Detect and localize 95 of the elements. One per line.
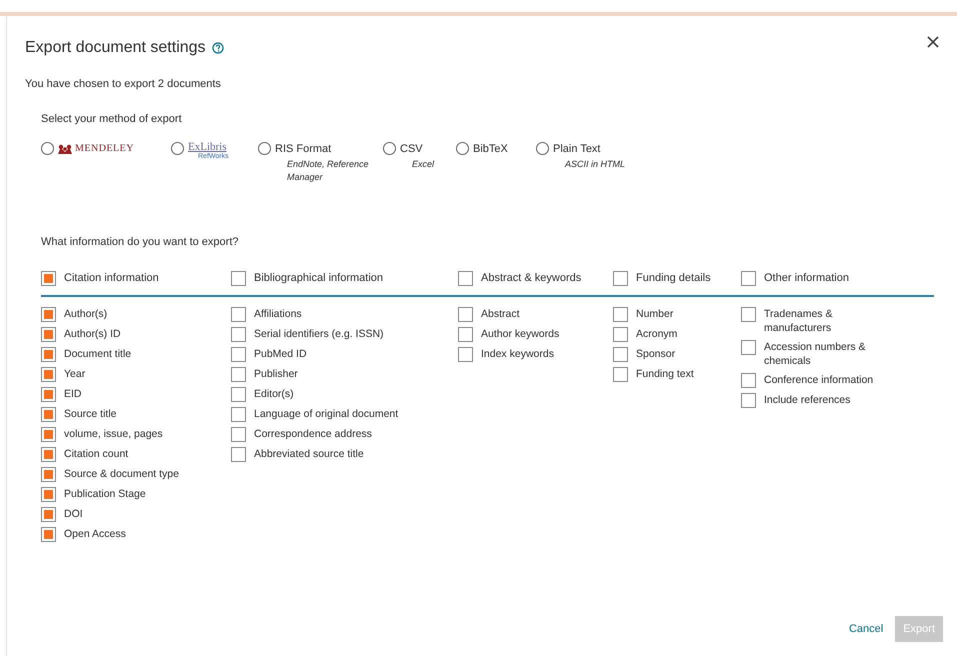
- exlibris-logo-text: ExLibris: [188, 141, 226, 153]
- option-label: Affiliations: [254, 306, 302, 320]
- method-sublabel: ASCII in HTML: [564, 158, 626, 170]
- checkbox[interactable]: [613, 306, 628, 322]
- checkbox[interactable]: [613, 346, 628, 362]
- option-label: Abstract: [481, 306, 520, 320]
- checkbox[interactable]: [613, 326, 628, 342]
- method-sublabel: Excel: [411, 158, 434, 170]
- radio-button[interactable]: [258, 142, 271, 155]
- option-label: Open Access: [64, 526, 126, 540]
- checkbox[interactable]: [458, 306, 473, 322]
- option-label: PubMed ID: [254, 346, 307, 360]
- checkbox[interactable]: [613, 366, 628, 382]
- checkbox[interactable]: [458, 326, 473, 342]
- checkbox[interactable]: [41, 386, 56, 402]
- option-label: Editor(s): [254, 386, 294, 400]
- checkbox[interactable]: [41, 526, 56, 542]
- option-label: Source title: [64, 406, 117, 420]
- option-label: Number: [636, 306, 674, 320]
- option-label: Citation count: [64, 446, 128, 460]
- checkbox[interactable]: [41, 466, 56, 482]
- option-label: Source & document type: [64, 466, 179, 480]
- checkbox[interactable]: [231, 306, 246, 322]
- checkbox[interactable]: [613, 270, 628, 286]
- option-label: Acronym: [636, 326, 678, 340]
- checkbox[interactable]: [41, 506, 56, 522]
- section-label: What information do you want to export?: [41, 234, 240, 250]
- checkbox[interactable]: [231, 386, 246, 402]
- option-label: DOI: [64, 506, 83, 520]
- checkbox[interactable]: [41, 306, 56, 322]
- checkbox[interactable]: [741, 392, 756, 408]
- option-label: Author keywords: [481, 326, 560, 340]
- checkbox[interactable]: [41, 366, 56, 382]
- method-label: RIS Format: [275, 142, 332, 157]
- radio-button[interactable]: [383, 142, 396, 155]
- checkbox[interactable]: [458, 346, 473, 362]
- category-label: Citation information: [64, 271, 159, 286]
- checkbox[interactable]: [231, 346, 246, 362]
- option-label: EID: [64, 386, 82, 400]
- option-label: Author(s) ID: [64, 326, 121, 340]
- checkbox[interactable]: [231, 270, 246, 286]
- checkbox[interactable]: [231, 406, 246, 422]
- checkbox[interactable]: [41, 446, 56, 462]
- option-label: Author(s): [64, 306, 108, 320]
- option-label: volume, issue, pages: [64, 426, 163, 440]
- radio-button[interactable]: [456, 142, 469, 155]
- checkbox[interactable]: [231, 446, 246, 462]
- checkbox[interactable]: [231, 326, 246, 342]
- radio-button[interactable]: [171, 142, 184, 155]
- checkbox[interactable]: [41, 270, 56, 286]
- summary-text: You have chosen to export 2 documents: [25, 77, 222, 92]
- option-label: Correspondence address: [254, 426, 372, 440]
- section-label: Select your method of export: [41, 112, 183, 126]
- close-icon: [927, 36, 939, 48]
- checkbox[interactable]: [741, 372, 756, 388]
- help-icon[interactable]: [212, 42, 224, 54]
- option-label: Abbreviated source title: [254, 446, 364, 460]
- mendeley-logo-text: MENDELEY: [75, 142, 134, 156]
- mendeley-logo-icon: [58, 144, 72, 154]
- method-sublabel: EndNote, Reference Manager: [286, 158, 370, 184]
- category-label: Funding details: [636, 271, 711, 286]
- dialog-title: Export document settings: [25, 38, 206, 58]
- method-label: Plain Text: [553, 142, 602, 157]
- category-label: Abstract & keywords: [481, 271, 582, 286]
- checkbox[interactable]: [41, 426, 56, 442]
- option-label: Tradenames & manufacturers: [764, 306, 834, 334]
- radio-button[interactable]: [536, 142, 549, 155]
- option-label: Serial identifiers (e.g. ISSN): [254, 326, 384, 340]
- checkbox[interactable]: [41, 406, 56, 422]
- category-label: Other information: [764, 271, 849, 286]
- checkbox[interactable]: [41, 346, 56, 362]
- cancel-link[interactable]: Cancel: [848, 620, 884, 638]
- checkbox[interactable]: [41, 486, 56, 502]
- option-label: Document title: [64, 346, 132, 360]
- option-label: Year: [64, 366, 86, 380]
- radio-button[interactable]: [41, 142, 54, 155]
- option-label: Publication Stage: [64, 486, 146, 500]
- option-label: Accession numbers & chemicals: [764, 340, 867, 368]
- checkbox[interactable]: [741, 270, 756, 286]
- method-label: CSV: [400, 142, 424, 157]
- checkbox[interactable]: [741, 306, 756, 322]
- option-label: Include references: [764, 392, 850, 406]
- checkbox[interactable]: [741, 340, 756, 354]
- category-label: Bibliographical information: [254, 271, 384, 286]
- option-label: Conference information: [764, 372, 874, 386]
- method-label: BibTeX: [473, 142, 508, 157]
- checkbox[interactable]: [41, 326, 56, 342]
- option-label: Funding text: [636, 366, 694, 380]
- option-label: Publisher: [254, 366, 298, 380]
- option-label: Index keywords: [481, 346, 554, 360]
- checkbox[interactable]: [231, 426, 246, 442]
- checkbox[interactable]: [458, 270, 473, 286]
- option-label: Language of original document: [254, 406, 398, 420]
- checkbox[interactable]: [231, 366, 246, 382]
- option-label: Sponsor: [636, 346, 676, 360]
